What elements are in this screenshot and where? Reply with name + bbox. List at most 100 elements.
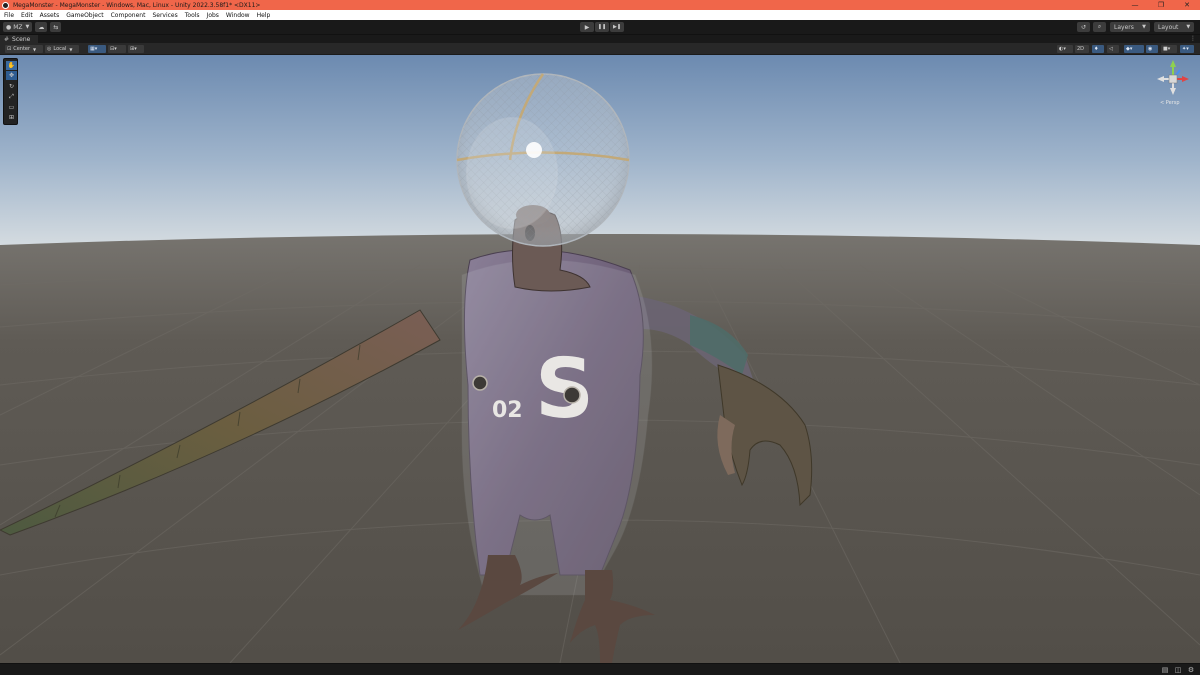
rotate-tool-button[interactable]: ↻ [6, 82, 17, 91]
tools-palette: ✋ ✥ ↻ ⤢ ▭ ⊞ [3, 58, 18, 125]
effects-icon: ◆▾ [1126, 46, 1133, 52]
speaker-icon: ◁ [1109, 46, 1113, 52]
projection-label[interactable]: < Persp [1160, 100, 1180, 106]
menu-help[interactable]: Help [257, 12, 271, 19]
scene-tab-strip: # Scene ⋮ [0, 34, 1200, 44]
eye-icon: ◉ [1148, 46, 1153, 52]
local-icon: ◎ [47, 46, 52, 52]
menu-component[interactable]: Component [111, 12, 146, 19]
layout-dropdown[interactable]: Layout ▼ [1154, 22, 1194, 32]
menu-file[interactable]: File [4, 12, 14, 19]
scale-tool-button[interactable]: ⤢ [6, 92, 17, 101]
scene-render: S 02 [0, 55, 1200, 663]
play-button[interactable]: ▶ [580, 22, 594, 32]
menu-window[interactable]: Window [226, 12, 250, 19]
layers-label: Layers [1114, 23, 1134, 31]
pivot-mode-label: Center [13, 46, 31, 52]
scene-viewport[interactable]: S 02 [0, 55, 1200, 663]
window-title: MegaMonster - MegaMonster - Windows, Mac… [13, 1, 261, 9]
step-icon: ▶❚ [612, 24, 622, 30]
increment-button[interactable]: ⊞▾ [128, 45, 144, 53]
pivot-rotation-dropdown[interactable]: ◎ Local ▼ [45, 45, 79, 53]
rect-icon: ▭ [8, 104, 15, 111]
cloud-icon: ☁ [38, 23, 45, 31]
chest-number: 02 [492, 398, 523, 423]
unity-logo-icon [2, 1, 9, 9]
more-options-icon[interactable]: ⋮ [1190, 35, 1196, 42]
move-tool-button[interactable]: ✥ [6, 71, 17, 80]
pivot-rotation-label: Local [53, 46, 67, 52]
chevron-down-icon: ▼ [1142, 24, 1146, 30]
orientation-gizmo[interactable]: < Persp [1152, 58, 1194, 110]
audio-toggle[interactable]: ◁ [1107, 45, 1119, 53]
close-button[interactable]: ✕ [1174, 0, 1200, 10]
menu-edit[interactable]: Edit [21, 12, 33, 19]
chest-letter: S [535, 342, 594, 437]
move-icon: ✥ [8, 72, 15, 79]
step-button[interactable]: ▶❚ [610, 22, 624, 32]
scene-tab-icon: # [4, 36, 10, 43]
maximize-button[interactable]: ❐ [1148, 0, 1174, 10]
scene-tab-label: Scene [12, 36, 31, 43]
chevron-down-icon: ▼ [33, 46, 37, 52]
account-label: MZ [13, 23, 23, 31]
lighting-toggle[interactable]: ♦ [1092, 45, 1104, 53]
history-icon: ↺ [1080, 23, 1087, 31]
pivot-mode-dropdown[interactable]: ⊡ Center ▼ [5, 45, 43, 53]
main-toolbar: ● MZ ▼ ☁ ⇆ ▶ ❚❚ ▶❚ ↺ ⌕ Layers ▼ Layout ▼ [0, 20, 1200, 34]
menu-bar: File Edit Assets GameObject Component Se… [0, 10, 1200, 20]
collab-icon: ⇆ [53, 23, 59, 31]
minimize-button[interactable]: — [1122, 0, 1148, 10]
layers-dropdown[interactable]: Layers ▼ [1110, 22, 1150, 32]
play-icon: ▶ [584, 23, 590, 31]
effects-dropdown[interactable]: ◆▾ [1124, 45, 1144, 53]
hidden-objects-toggle[interactable]: ◉ [1146, 45, 1158, 53]
gizmos-dropdown[interactable]: ✦▾ [1180, 45, 1194, 53]
chevron-down-icon: ▼ [1186, 24, 1191, 30]
scale-icon: ⤢ [9, 92, 14, 100]
snap-increment-button[interactable]: ⊟▾ [108, 45, 126, 53]
axis-gizmo-icon [1157, 60, 1189, 95]
account-icon: ● [6, 23, 12, 31]
pivot-icon: ⊡ [7, 46, 12, 52]
pause-icon: ❚❚ [597, 24, 607, 30]
hand-icon: ✋ [7, 62, 16, 69]
status-bar: ▤ ◫ ⚙ [0, 663, 1200, 675]
chevron-down-icon: ▼ [69, 46, 73, 52]
search-icon: ⌕ [1097, 23, 1102, 30]
undo-history-button[interactable]: ↺ [1077, 22, 1090, 32]
collab-button[interactable]: ⇆ [50, 22, 62, 32]
menu-jobs[interactable]: Jobs [207, 12, 219, 19]
rect-tool-button[interactable]: ▭ [6, 103, 17, 112]
mode-2d-label: 2D [1077, 46, 1085, 52]
transform-tool-button[interactable]: ⊞ [6, 113, 17, 122]
menu-tools[interactable]: Tools [185, 12, 200, 19]
grid-icon: ▦▾ [90, 46, 98, 52]
light-bulb-icon: ♦ [1094, 46, 1099, 52]
scene-toolbar: ⊡ Center ▼ ◎ Local ▼ ▦▾ ⊟▾ ⊞▾ ◐▾ 2D ♦ ◁ … [0, 43, 1200, 55]
account-dropdown[interactable]: ● MZ ▼ [3, 22, 33, 32]
rotate-icon: ↻ [8, 83, 15, 90]
settings-icon[interactable]: ⚙ [1186, 666, 1196, 674]
menu-gameobject[interactable]: GameObject [66, 12, 103, 19]
search-button[interactable]: ⌕ [1093, 22, 1106, 32]
progress-icon[interactable]: ◫ [1173, 666, 1183, 674]
draw-mode-button[interactable]: ◐▾ [1057, 45, 1073, 53]
transform-icon: ⊞ [8, 114, 15, 121]
ruler-icon: ⊞▾ [130, 46, 137, 52]
gizmos-icon: ✦▾ [1182, 46, 1189, 52]
camera-icon: ■▾ [1163, 46, 1171, 52]
menu-assets[interactable]: Assets [40, 12, 60, 19]
snap-icon: ⊟▾ [110, 46, 117, 52]
menu-services[interactable]: Services [152, 12, 177, 19]
title-bar: MegaMonster - MegaMonster - Windows, Mac… [0, 0, 1200, 10]
grid-snapping-button[interactable]: ▦▾ [88, 45, 106, 53]
toggle-2d-button[interactable]: 2D [1075, 45, 1089, 53]
pause-button[interactable]: ❚❚ [595, 22, 609, 32]
chevron-down-icon: ▼ [25, 24, 30, 30]
camera-settings-button[interactable]: ■▾ [1161, 45, 1177, 53]
hand-tool-button[interactable]: ✋ [6, 61, 17, 70]
shading-icon: ◐▾ [1059, 46, 1066, 52]
console-icon[interactable]: ▤ [1160, 666, 1170, 674]
cloud-button[interactable]: ☁ [35, 22, 48, 32]
